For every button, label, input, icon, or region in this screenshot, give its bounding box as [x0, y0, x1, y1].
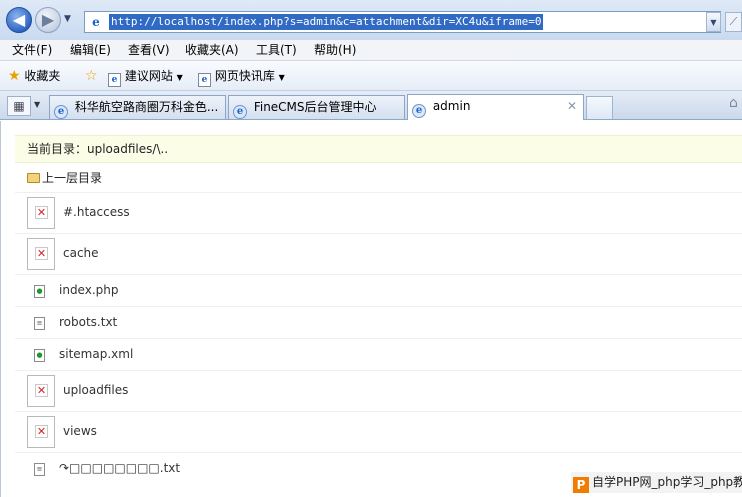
- php-file-icon: ●: [34, 349, 45, 362]
- text-file-icon: ≡: [34, 317, 45, 330]
- ie-page-icon: e: [108, 73, 121, 87]
- history-dropdown-icon[interactable]: ▼: [64, 14, 71, 24]
- ie-page-icon: e: [92, 15, 100, 29]
- ie-page-icon: e: [198, 73, 211, 87]
- watermark-text: 自学PHP网_php学习_php教程: [592, 475, 742, 489]
- current-directory: 当前目录：uploadfiles/\..: [15, 135, 742, 163]
- php-logo-icon: P: [573, 477, 589, 493]
- compatibility-view-icon[interactable]: ⟋: [725, 12, 742, 32]
- tab-label: FineCMS后台管理中心: [253, 100, 377, 114]
- broken-image-icon: ✕: [27, 197, 55, 229]
- tab-label: admin: [432, 99, 471, 113]
- back-button[interactable]: ◀: [6, 7, 32, 33]
- file-row-sitemap-xml[interactable]: ● sitemap.xml: [15, 338, 742, 370]
- file-name[interactable]: robots.txt: [59, 315, 117, 329]
- menu-favorites[interactable]: 收藏夹(A): [185, 42, 239, 58]
- address-bar[interactable]: e http://localhost/index.php?s=admin&c=a…: [84, 11, 721, 33]
- broken-image-icon: ✕: [27, 375, 55, 407]
- web-slice-label: 网页快讯库: [214, 69, 275, 83]
- menu-tools[interactable]: 工具(T): [256, 42, 297, 58]
- text-file-icon: ≡: [34, 463, 45, 476]
- file-name[interactable]: ↷□□□□□□□□.txt: [59, 461, 180, 475]
- file-name[interactable]: uploadfiles: [63, 383, 128, 397]
- suggested-sites-label: 建议网站: [124, 69, 173, 83]
- menu-view[interactable]: 查看(V): [128, 42, 170, 58]
- chevron-down-icon: ▼: [278, 73, 285, 82]
- parent-directory-link[interactable]: 上一层目录: [27, 169, 102, 187]
- favorites-label: 收藏夹: [24, 69, 61, 83]
- add-favorite-star-icon: ☆: [85, 68, 98, 84]
- favorites-bar: ★ 收藏夹 ☆ e 建议网站 ▼ e 网页快讯库 ▼: [0, 61, 742, 91]
- file-row-htaccess[interactable]: ✕ #.htaccess: [15, 192, 742, 233]
- file-name[interactable]: index.php: [59, 283, 118, 297]
- file-name[interactable]: sitemap.xml: [59, 347, 133, 361]
- ie-tab-icon: e: [412, 104, 426, 118]
- file-row-uploadfiles[interactable]: ✕ uploadfiles: [15, 370, 742, 411]
- broken-image-icon: ✕: [27, 238, 55, 270]
- file-name[interactable]: cache: [63, 246, 99, 260]
- menu-edit[interactable]: 编辑(E): [70, 42, 111, 58]
- home-icon[interactable]: ⌂: [729, 95, 738, 111]
- file-list: ✕ #.htaccess ✕ cache ● index.php ≡ robot…: [15, 192, 742, 484]
- close-tab-icon[interactable]: ✕: [567, 95, 577, 117]
- web-slice-gallery-button[interactable]: e 网页快讯库 ▼: [198, 68, 285, 87]
- add-favorite-button[interactable]: ☆: [85, 68, 98, 84]
- file-row-cache[interactable]: ✕ cache: [15, 233, 742, 274]
- site-watermark: P 自学PHP网_php学习_php教程: [571, 472, 742, 493]
- new-tab-button[interactable]: [586, 96, 613, 119]
- tab-label: 科华航空路商圈万科金色...: [74, 100, 219, 114]
- address-dropdown-icon[interactable]: ▼: [706, 12, 721, 32]
- folder-icon: [27, 173, 40, 183]
- tab-bar: ▦ ▼ e 科华航空路商圈万科金色... e FineCMS后台管理中心 e a…: [0, 91, 742, 120]
- tab-list-dropdown-icon[interactable]: ▼: [34, 100, 40, 109]
- menu-file[interactable]: 文件(F): [12, 42, 52, 58]
- url-text[interactable]: http://localhost/index.php?s=admin&c=att…: [109, 14, 544, 30]
- page-content: 当前目录：uploadfiles/\.. 上一层目录 ✕ #.htaccess …: [0, 121, 742, 497]
- ie-tab-icon: e: [233, 105, 247, 119]
- file-row-index-php[interactable]: ● index.php: [15, 274, 742, 306]
- file-row-views[interactable]: ✕ views: [15, 411, 742, 452]
- suggested-sites-button[interactable]: e 建议网站 ▼: [108, 68, 183, 87]
- file-name[interactable]: views: [63, 424, 97, 438]
- broken-image-icon: ✕: [27, 416, 55, 448]
- quick-tabs-icon[interactable]: ▦: [7, 96, 31, 116]
- forward-button[interactable]: ▶: [35, 7, 61, 33]
- tab-property[interactable]: e 科华航空路商圈万科金色...: [49, 95, 226, 119]
- favorites-button[interactable]: ★ 收藏夹: [8, 68, 60, 84]
- address-bar-row: ◀ ▶ ▼ e http://localhost/index.php?s=adm…: [0, 0, 742, 40]
- file-row-robots-txt[interactable]: ≡ robots.txt: [15, 306, 742, 338]
- tab-admin[interactable]: e admin ✕: [407, 94, 584, 120]
- php-file-icon: ●: [34, 285, 45, 298]
- menu-help[interactable]: 帮助(H): [314, 42, 356, 58]
- file-name[interactable]: #.htaccess: [63, 205, 130, 219]
- ie-tab-icon: e: [54, 105, 68, 119]
- chevron-down-icon: ▼: [176, 73, 183, 82]
- parent-directory-label: 上一层目录: [42, 171, 103, 185]
- tab-finecms[interactable]: e FineCMS后台管理中心: [228, 95, 405, 119]
- star-icon: ★: [8, 68, 21, 84]
- menu-bar: 文件(F) 编辑(E) 查看(V) 收藏夹(A) 工具(T) 帮助(H): [0, 40, 742, 61]
